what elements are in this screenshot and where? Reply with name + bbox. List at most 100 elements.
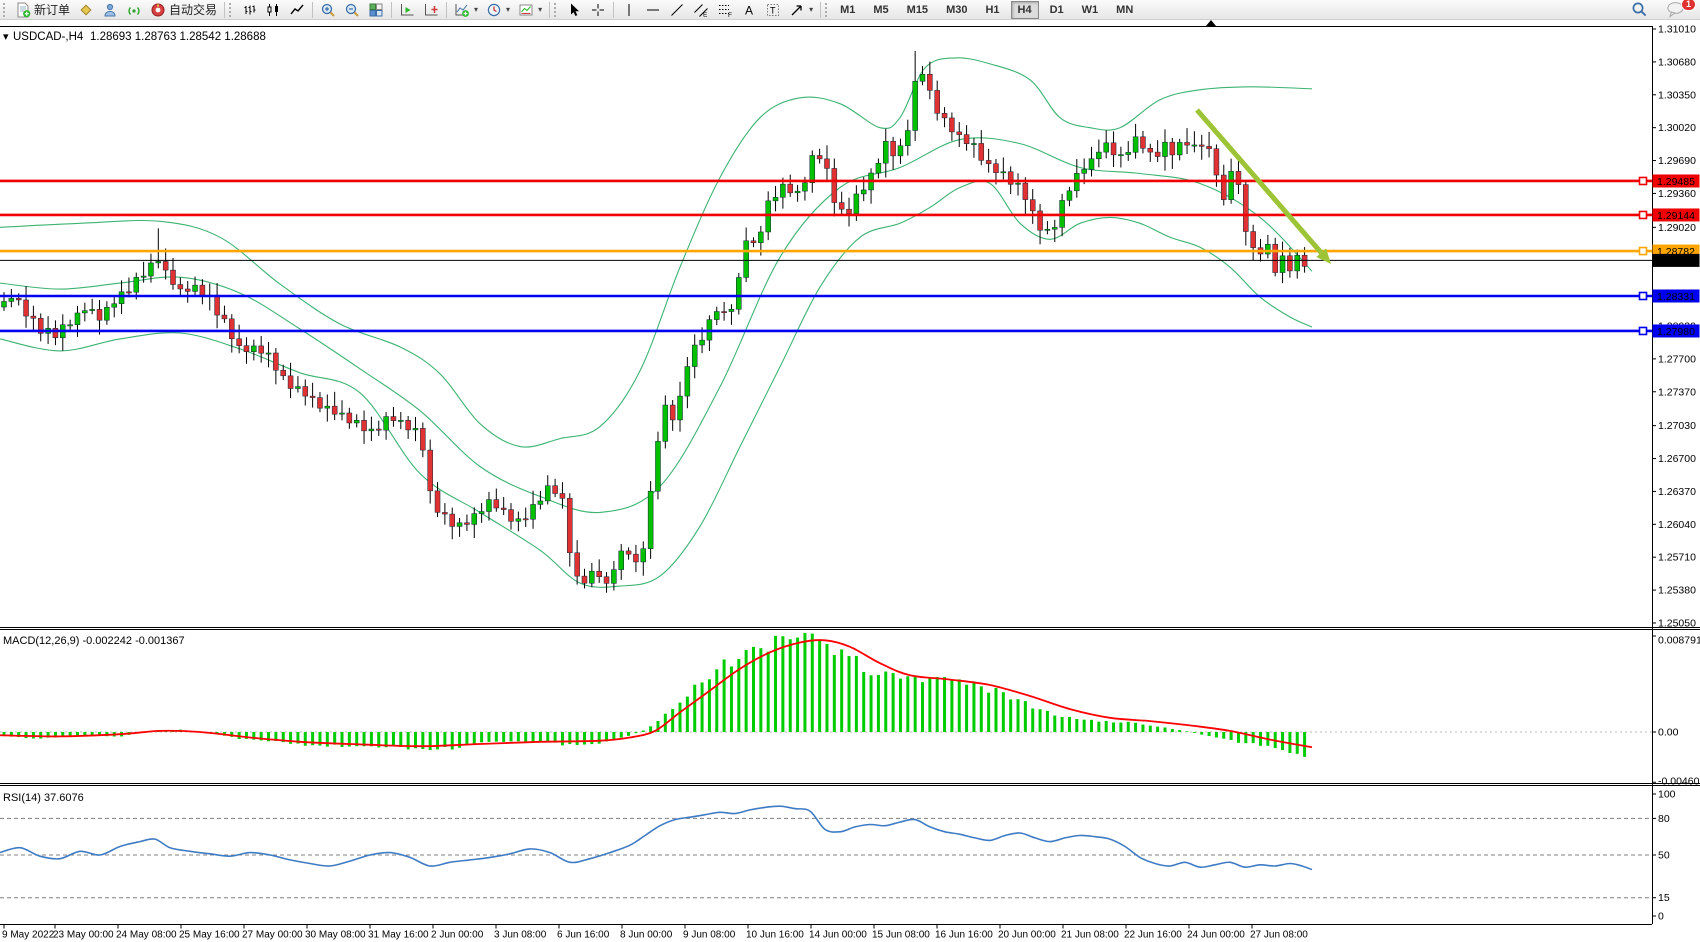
macd-histogram-bar bbox=[745, 650, 748, 732]
search-button[interactable] bbox=[1627, 1, 1652, 19]
chart-shift-marker[interactable] bbox=[1206, 20, 1216, 26]
macd-histogram-bar bbox=[686, 697, 689, 732]
vertical-line-button[interactable] bbox=[617, 1, 641, 19]
macd-histogram-bar bbox=[818, 640, 821, 732]
macd-indicator-label: MACD(12,26,9) -0.002242 -0.001367 bbox=[3, 635, 185, 647]
macd-histogram-bar bbox=[399, 732, 402, 747]
macd-histogram-bar bbox=[723, 659, 726, 732]
macd-histogram-bar bbox=[1090, 720, 1093, 732]
timeframe-m5-button[interactable]: M5 bbox=[866, 1, 895, 19]
tile-windows-button[interactable] bbox=[364, 1, 388, 19]
price-tick-label: 1.31010 bbox=[1658, 24, 1696, 36]
macd-histogram-bar bbox=[1134, 723, 1137, 732]
macd-histogram-bar bbox=[539, 732, 542, 741]
market-watch-button[interactable] bbox=[74, 1, 98, 19]
price-badge-label: 1.28688 bbox=[1657, 255, 1695, 267]
notification-badge: 1 bbox=[1681, 0, 1696, 11]
macd-histogram-bar bbox=[620, 732, 623, 738]
crosshair-button[interactable] bbox=[586, 1, 610, 19]
new-order-button[interactable]: 新订单 bbox=[11, 1, 74, 19]
metaeditor-button[interactable] bbox=[98, 1, 122, 19]
macd-histogram-bar bbox=[436, 732, 439, 749]
macd-histogram-bar bbox=[1039, 709, 1042, 732]
chevron-down-icon: ▾ bbox=[474, 5, 478, 14]
chart-collapse-icon[interactable]: ▾ bbox=[3, 31, 9, 43]
zoom-out-button[interactable] bbox=[340, 1, 364, 19]
macd-histogram-bar bbox=[1119, 723, 1122, 732]
macd-histogram-bar bbox=[980, 686, 983, 732]
svg-text:A: A bbox=[745, 3, 753, 17]
toolbar-grip[interactable] bbox=[554, 3, 559, 17]
macd-histogram-bar bbox=[796, 638, 799, 732]
bar-chart-button[interactable] bbox=[237, 1, 261, 19]
chart-shift-button[interactable] bbox=[419, 1, 443, 19]
arrows-button[interactable]: ▾ bbox=[785, 1, 817, 19]
price-tick-label: 1.25710 bbox=[1658, 552, 1696, 564]
horizontal-line-button[interactable] bbox=[641, 1, 665, 19]
signals-button[interactable] bbox=[122, 1, 146, 19]
equidistant-channel-button[interactable]: E bbox=[689, 1, 713, 19]
macd-histogram-bar bbox=[598, 732, 601, 744]
macd-histogram-bar bbox=[341, 732, 344, 747]
macd-histogram-bar bbox=[561, 732, 564, 745]
text-label-button[interactable]: T bbox=[761, 1, 785, 19]
candlestick-chart-button[interactable] bbox=[261, 1, 285, 19]
price-tick-label: 1.26040 bbox=[1658, 519, 1696, 531]
macd-histogram-bar bbox=[1222, 732, 1225, 739]
toolbar-grip[interactable] bbox=[229, 3, 234, 17]
bollinger-upper-band bbox=[0, 58, 1312, 447]
cursor-button[interactable] bbox=[562, 1, 586, 19]
macd-histogram-bar bbox=[480, 732, 483, 742]
trendline-icon bbox=[669, 2, 685, 18]
line-chart-icon bbox=[289, 2, 305, 18]
macd-histogram-bar bbox=[987, 693, 990, 732]
indicators-button[interactable]: ▾ bbox=[450, 1, 482, 19]
macd-histogram-bar bbox=[39, 732, 42, 739]
macd-histogram-bar bbox=[803, 633, 806, 732]
timeframe-d1-button[interactable]: D1 bbox=[1043, 1, 1071, 19]
macd-histogram-bar bbox=[495, 732, 498, 742]
time-axis-label: 27 May 00:00 bbox=[242, 930, 303, 941]
trend-arrow[interactable] bbox=[1197, 110, 1331, 264]
auto-scroll-button[interactable] bbox=[395, 1, 419, 19]
bar-chart-icon bbox=[241, 2, 257, 18]
macd-histogram-bar bbox=[1296, 732, 1299, 754]
zoom-in-icon bbox=[320, 2, 336, 18]
macd-histogram-bar bbox=[1075, 719, 1078, 732]
text-button[interactable]: A bbox=[737, 1, 761, 19]
clock-icon bbox=[486, 2, 502, 18]
autotrading-button[interactable]: 自动交易 bbox=[146, 1, 221, 19]
timeframe-m30-button[interactable]: M30 bbox=[939, 1, 974, 19]
timeframe-m15-button[interactable]: M15 bbox=[900, 1, 935, 19]
zoom-out-icon bbox=[344, 2, 360, 18]
time-axis-label: 14 Jun 00:00 bbox=[809, 930, 867, 941]
macd-histogram-bar bbox=[943, 677, 946, 732]
price-tick-label: 1.30350 bbox=[1658, 89, 1696, 101]
time-axis-label: 20 Jun 00:00 bbox=[998, 930, 1056, 941]
templates-button[interactable]: ▾ bbox=[514, 1, 546, 19]
trendline-button[interactable] bbox=[665, 1, 689, 19]
line-chart-button[interactable] bbox=[285, 1, 309, 19]
macd-histogram-bar bbox=[1200, 732, 1203, 735]
new-order-icon bbox=[15, 2, 31, 18]
macd-histogram-bar bbox=[1046, 711, 1049, 732]
timeframe-w1-button[interactable]: W1 bbox=[1075, 1, 1106, 19]
divider bbox=[549, 2, 550, 18]
toolbar-grip[interactable] bbox=[3, 3, 8, 17]
toolbar-grip[interactable] bbox=[825, 3, 830, 17]
macd-histogram-bar bbox=[1149, 726, 1152, 732]
zoom-in-button[interactable] bbox=[316, 1, 340, 19]
timeframe-h1-button[interactable]: H1 bbox=[978, 1, 1006, 19]
timeframe-m1-button[interactable]: M1 bbox=[833, 1, 862, 19]
time-axis-label: 23 May 00:00 bbox=[53, 930, 114, 941]
chart-canvas[interactable]: 1.310101.306801.303501.300201.296901.293… bbox=[0, 0, 1700, 942]
periods-button[interactable]: ▾ bbox=[482, 1, 514, 19]
timeframe-h4-button[interactable]: H4 bbox=[1011, 1, 1039, 19]
macd-histogram-bar bbox=[1178, 730, 1181, 732]
timeframe-mn-button[interactable]: MN bbox=[1109, 1, 1140, 19]
notifications-button[interactable]: 1 bbox=[1662, 1, 1690, 19]
macd-histogram-bar bbox=[583, 732, 586, 745]
price-badge-label: 1.28331 bbox=[1657, 291, 1695, 303]
fibonacci-button[interactable]: F bbox=[713, 1, 737, 19]
price-tick-label: 1.25380 bbox=[1658, 585, 1696, 597]
